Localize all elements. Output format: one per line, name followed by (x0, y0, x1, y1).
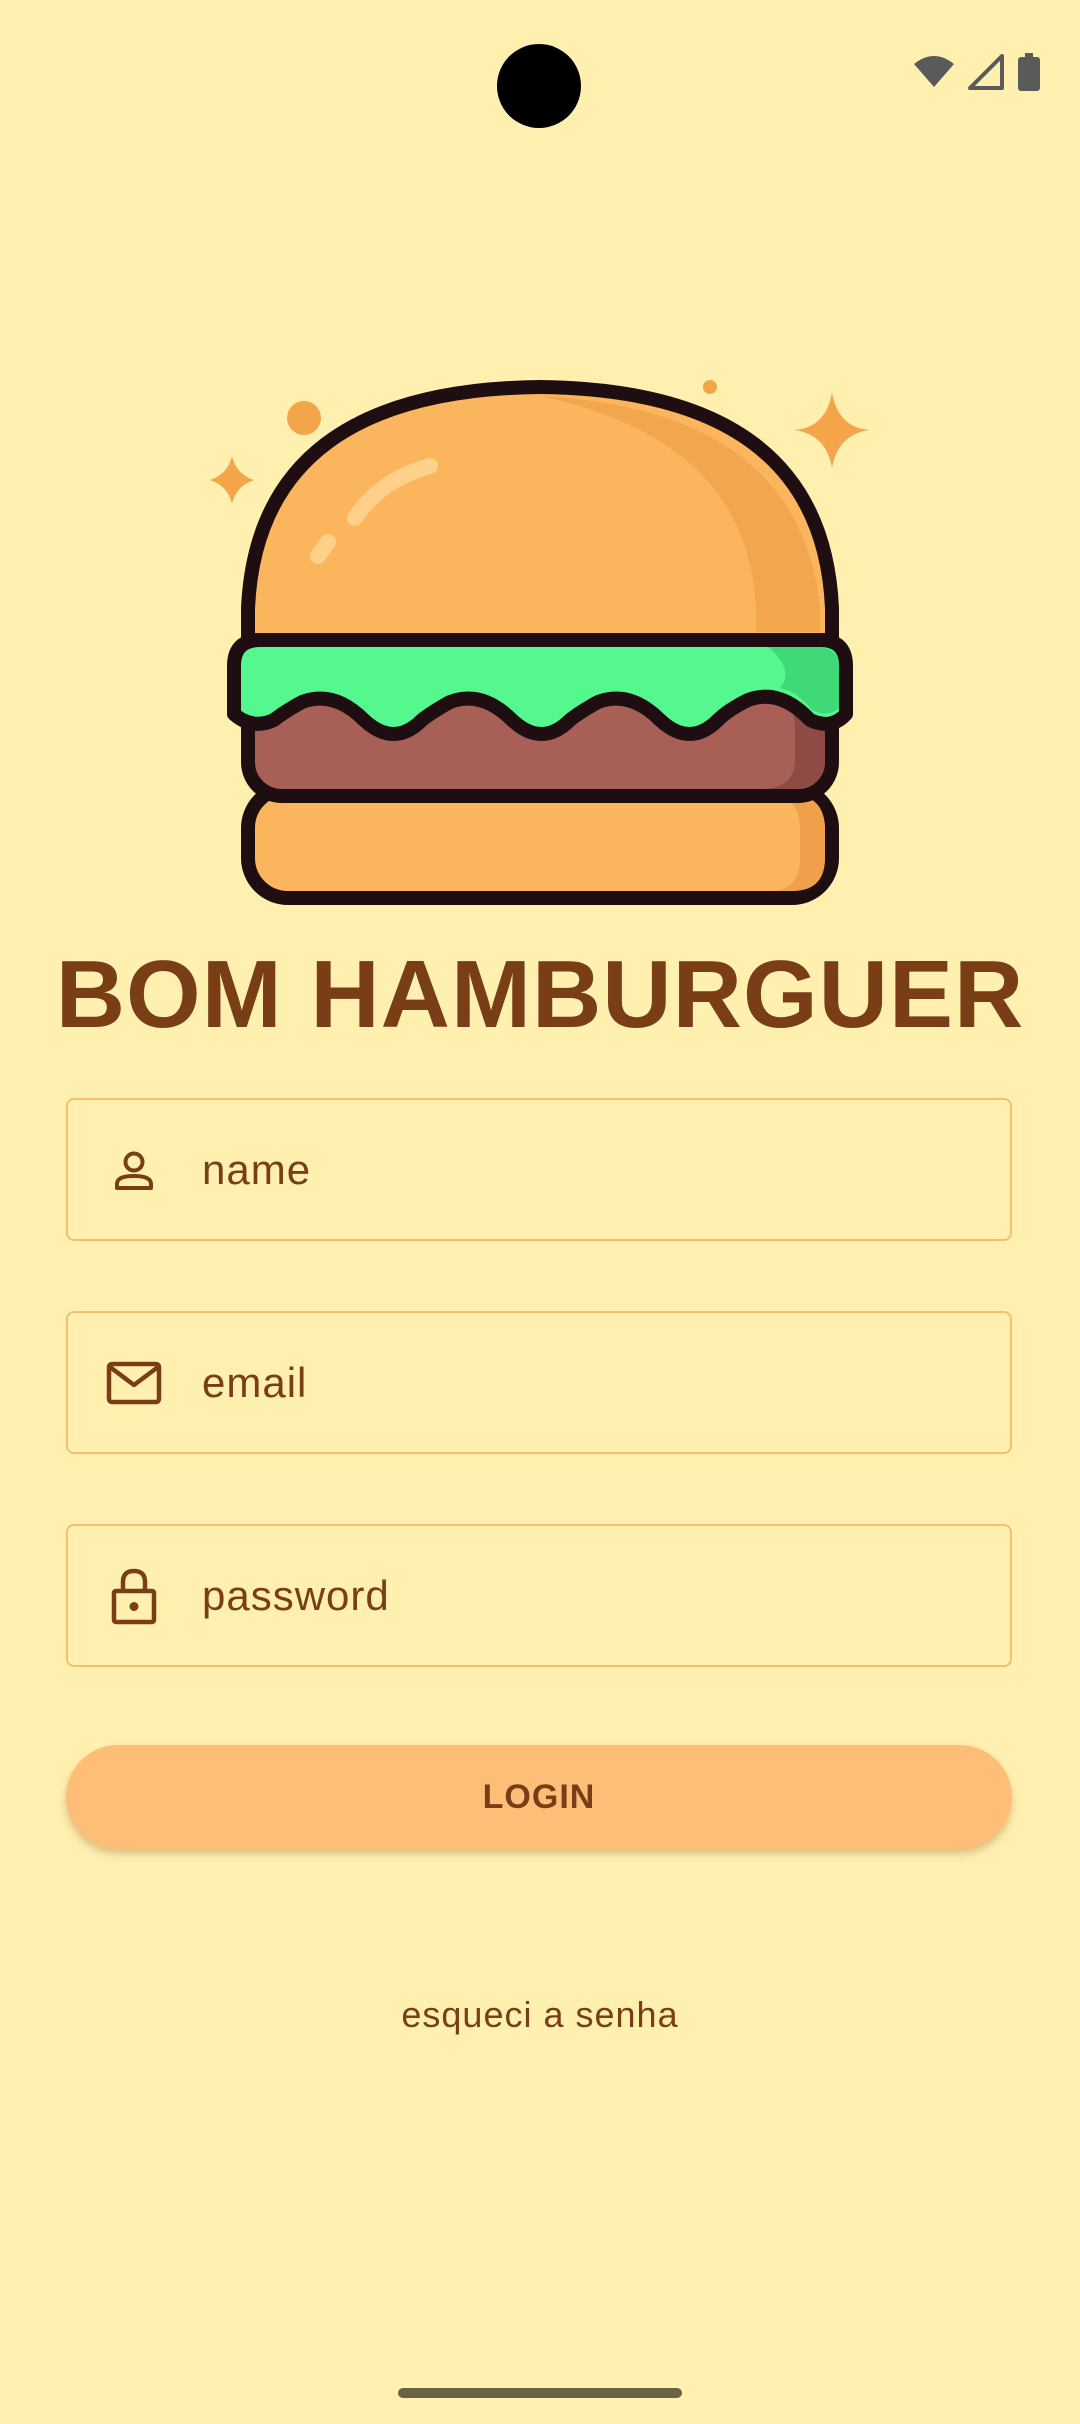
sparkle-star-left (210, 456, 254, 504)
person-icon (104, 1140, 164, 1200)
lock-icon (104, 1566, 164, 1626)
sparkle-star-right (794, 392, 870, 468)
email-field[interactable] (66, 1311, 1012, 1454)
status-icons (914, 52, 1040, 92)
password-input[interactable] (202, 1571, 982, 1620)
password-field[interactable] (66, 1524, 1012, 1667)
login-button[interactable]: LOGIN (66, 1745, 1012, 1849)
sparkle-dot-small (703, 380, 717, 394)
name-input[interactable] (202, 1145, 982, 1194)
app-title: BOM HAMBURGUER (55, 941, 1025, 1048)
bottom-bun (241, 781, 839, 905)
hamburger-icon (210, 380, 870, 905)
battery-icon (1018, 53, 1040, 91)
cellular-signal-icon (968, 54, 1004, 90)
sparkle-dot-large (287, 401, 321, 435)
status-bar (0, 0, 1080, 160)
name-field[interactable] (66, 1098, 1012, 1241)
front-camera (497, 44, 581, 128)
email-input[interactable] (202, 1358, 982, 1407)
gesture-nav-handle[interactable] (398, 2388, 682, 2398)
mail-icon (104, 1353, 164, 1413)
wifi-icon (914, 56, 954, 87)
forgot-password-link[interactable]: esqueci a senha (0, 1994, 1080, 2036)
